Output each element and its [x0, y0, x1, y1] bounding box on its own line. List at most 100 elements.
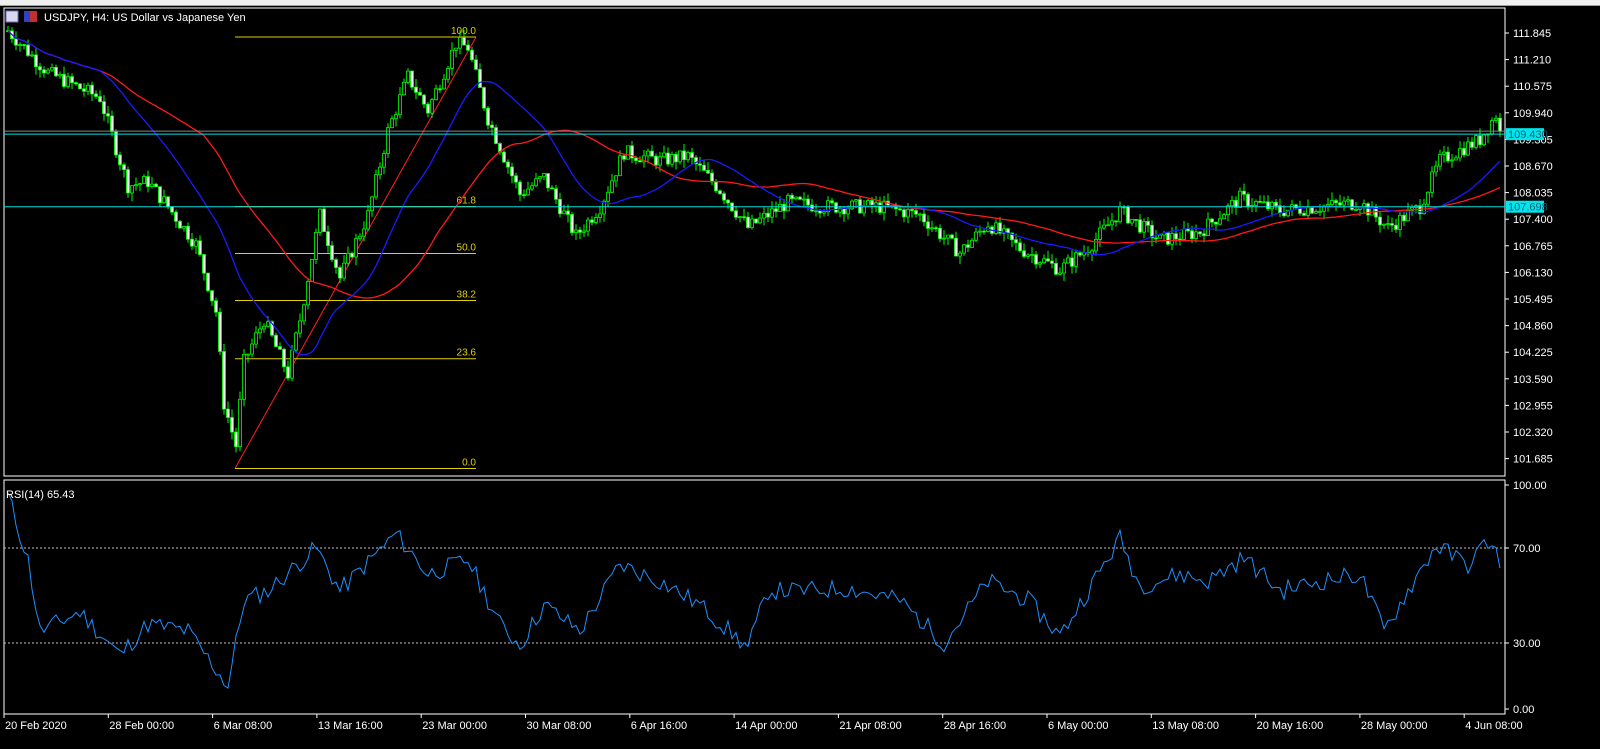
price-chart[interactable]: 100.061.850.038.223.60.0 111.845111.2101…: [0, 6, 1600, 749]
main-panel-border: [3, 7, 1506, 477]
hline-price-label: 107.698: [1508, 202, 1548, 214]
bear-candle: [146, 176, 150, 187]
bull-candle: [942, 237, 946, 240]
bear-candle: [90, 84, 94, 95]
bull-candle: [946, 234, 950, 239]
bull-candle: [1494, 117, 1498, 121]
bull-candle: [1182, 228, 1186, 240]
bear-candle: [638, 160, 642, 163]
bear-candle: [514, 175, 518, 183]
bear-candle: [122, 164, 126, 171]
bear-candle: [1302, 213, 1306, 216]
bear-candle: [102, 101, 106, 115]
bull-candle: [442, 78, 446, 90]
bear-candle: [322, 208, 326, 233]
bear-candle: [1258, 200, 1262, 203]
bull-candle: [298, 320, 302, 334]
bull-candle: [1318, 210, 1322, 213]
bear-candle: [714, 181, 718, 192]
bull-candle: [294, 332, 298, 351]
bull-candle: [1194, 231, 1198, 240]
price-tick-label: 111.845: [1513, 28, 1551, 40]
candles: [6, 25, 1502, 453]
bull-candle: [1130, 219, 1134, 224]
bear-candle: [470, 49, 474, 61]
bear-candle: [910, 209, 914, 211]
bear-candle: [878, 202, 882, 213]
bull-candle: [290, 349, 294, 379]
chart-window[interactable]: 100.0 61.8 50.0 38.2 23.6 0.0 111.845 111.210 1…: [0, 6, 1600, 749]
bear-candle: [202, 254, 206, 274]
bear-candle: [1310, 207, 1314, 214]
bull-candle: [1230, 200, 1234, 207]
bull-candle: [762, 212, 766, 219]
bull-candle: [610, 180, 614, 193]
bull-candle: [266, 321, 270, 327]
bear-candle: [722, 193, 726, 201]
bear-candle: [806, 198, 810, 206]
bear-candle: [78, 83, 82, 90]
time-axis: 20 Feb 2020 28 Feb 00:00 6 Mar 08:00 13 Mar…: [3, 714, 1523, 732]
bull-candle: [802, 198, 806, 201]
bull-candle: [854, 199, 858, 202]
bear-candle: [982, 230, 986, 233]
time-tick-label: 28 Apr 16:00: [944, 720, 1006, 732]
chart-frame: [3, 7, 1506, 715]
bear-candle: [466, 44, 470, 51]
price-tick-label: 110.575: [1513, 81, 1552, 93]
bull-candle: [434, 88, 438, 101]
bull-candle: [626, 145, 630, 160]
bull-candle: [906, 209, 910, 218]
bear-candle: [14, 38, 18, 46]
bull-candle: [1030, 254, 1034, 257]
bear-candle: [502, 151, 506, 163]
bear-candle: [222, 351, 226, 410]
bear-candle: [1174, 233, 1178, 240]
bull-candle: [346, 252, 350, 264]
fib-level-label: 38.2: [457, 289, 477, 300]
bear-candle: [26, 44, 30, 56]
moving-averages: [4, 30, 1505, 356]
time-tick-label: 28 May 00:00: [1361, 720, 1428, 732]
bear-candle: [1126, 206, 1130, 224]
price-tick-label: 111.210: [1513, 55, 1551, 67]
bear-candle: [1114, 220, 1118, 223]
bull-candle: [1354, 209, 1358, 211]
bear-candle: [1274, 201, 1278, 207]
bear-candle: [1214, 221, 1218, 225]
bull-candle: [430, 99, 434, 114]
rsi-tick-label: 0.00: [1513, 704, 1534, 716]
bear-candle: [490, 124, 494, 129]
bull-candle: [138, 183, 142, 186]
bull-candle: [526, 188, 530, 196]
bear-candle: [1166, 232, 1170, 245]
bear-candle: [914, 210, 918, 215]
bull-candle: [18, 44, 22, 46]
bull-candle: [1222, 214, 1226, 220]
bear-candle: [1246, 193, 1250, 207]
bear-candle: [718, 190, 722, 195]
bear-candle: [1190, 230, 1194, 240]
bull-candle: [354, 238, 358, 258]
bull-candle: [1026, 254, 1030, 257]
bear-candle: [834, 202, 838, 213]
bull-candle: [846, 208, 850, 215]
bear-candle: [922, 213, 926, 223]
bear-candle: [178, 220, 182, 229]
bear-candle: [226, 408, 230, 418]
bull-candle: [1238, 190, 1242, 208]
time-tick-label: 6 Apr 16:00: [631, 720, 687, 732]
bear-candle: [766, 212, 770, 218]
chart-header: USDJPY, H4: US Dollar vs Japanese Yen: [5, 10, 246, 24]
bear-candle: [926, 221, 930, 229]
bull-candle: [1442, 151, 1446, 155]
bear-candle: [1402, 214, 1406, 222]
bear-candle: [462, 37, 466, 46]
bull-candle: [1102, 224, 1106, 229]
bull-candle: [394, 114, 398, 120]
bear-candle: [110, 115, 114, 133]
bull-candle: [866, 200, 870, 206]
bull-candle: [318, 208, 322, 233]
bid-price-label: 109.430: [1508, 129, 1548, 141]
time-tick-label: 13 Mar 16:00: [318, 720, 383, 732]
